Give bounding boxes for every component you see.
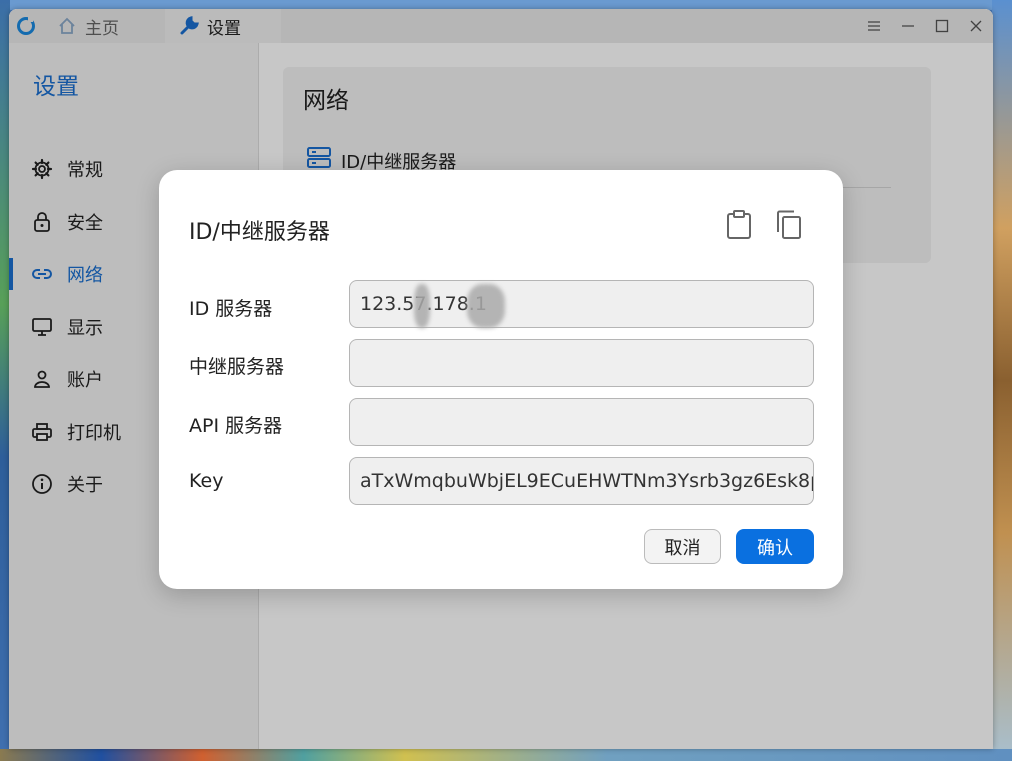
relay-server-label: 中继服务器 — [189, 356, 285, 378]
desktop-background — [992, 0, 1012, 761]
key-input[interactable]: aTxWmqbuWbjEL9ECuEHWTNm3Ysrb3gz6Esk8p — [349, 457, 814, 505]
api-server-input[interactable] — [349, 398, 814, 446]
key-label: Key — [189, 470, 224, 492]
api-server-label: API 服务器 — [189, 415, 283, 437]
redaction-blur — [467, 284, 505, 328]
id-server-label: ID 服务器 — [189, 298, 273, 320]
key-value: aTxWmqbuWbjEL9ECuEHWTNm3Ysrb3gz6Esk8p — [360, 470, 814, 492]
paste-icon[interactable] — [723, 208, 755, 242]
redaction-blur — [414, 284, 430, 328]
cancel-button[interactable]: 取消 — [644, 529, 721, 564]
dialog-title: ID/中继服务器 — [189, 220, 330, 245]
confirm-button[interactable]: 确认 — [736, 529, 814, 564]
copy-icon[interactable] — [773, 208, 805, 242]
taskbar — [0, 749, 1012, 761]
id-relay-server-dialog: ID/中继服务器 ID 服务器 123.57.178.1 中继服务器 API 服… — [159, 170, 843, 589]
relay-server-input[interactable] — [349, 339, 814, 387]
